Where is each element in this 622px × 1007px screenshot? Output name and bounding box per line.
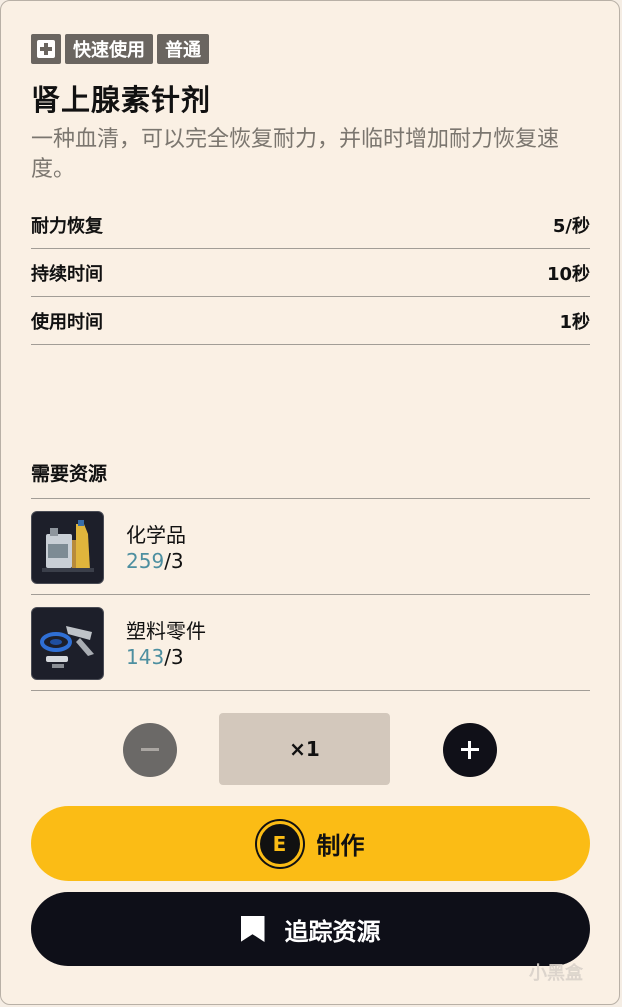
stats-list: 耐力恢复 5/秒 持续时间 10秒 使用时间 1秒 (31, 201, 590, 345)
resource-have: 143 (126, 645, 165, 669)
stat-label: 持续时间 (31, 263, 103, 285)
resource-have: 259 (126, 549, 165, 573)
plastic-parts-icon (31, 607, 104, 680)
bookmark-icon (240, 916, 265, 942)
resource-need: /3 (164, 645, 184, 669)
stat-value: 5/秒 (552, 215, 590, 237)
resource-item[interactable]: 化学品 259/3 (31, 499, 590, 595)
stat-row: 耐力恢复 5/秒 (31, 201, 590, 249)
stat-value: 1秒 (559, 311, 590, 333)
resources-list: 化学品 259/3 塑料零件 143/3 (31, 498, 590, 691)
resource-name: 化学品 (126, 523, 186, 547)
tag-row: 快速使用 普通 (31, 34, 209, 64)
category-tag: 快速使用 (65, 34, 153, 64)
quantity-display: ×1 (219, 713, 390, 785)
item-detail-panel: 快速使用 普通 肾上腺素针剂 一种血清，可以完全恢复耐力，并临时增加耐力恢复速度… (0, 0, 620, 1005)
resource-name: 塑料零件 (126, 619, 206, 643)
resource-count: 143/3 (126, 645, 184, 669)
chemicals-icon (31, 511, 104, 584)
watermark: 小黑盒 (529, 963, 583, 984)
stat-row: 持续时间 10秒 (31, 249, 590, 297)
item-title: 肾上腺素针剂 (31, 83, 212, 117)
decrease-quantity-button[interactable] (123, 723, 177, 777)
craft-label: 制作 (316, 832, 365, 860)
resource-count: 259/3 (126, 549, 184, 573)
stat-value: 10秒 (546, 263, 590, 285)
increase-quantity-button[interactable] (443, 723, 497, 777)
stat-label: 耐力恢复 (31, 215, 103, 237)
resources-header: 需要资源 (31, 463, 108, 485)
track-resources-label: 追踪资源 (284, 917, 381, 946)
item-description: 一种血清，可以完全恢复耐力，并临时增加耐力恢复速度。 (31, 127, 560, 182)
track-resources-button[interactable]: 追踪资源 (31, 892, 590, 966)
resource-item[interactable]: 塑料零件 143/3 (31, 595, 590, 691)
stat-row: 使用时间 1秒 (31, 297, 590, 345)
rarity-tag: 普通 (157, 34, 209, 64)
key-e-icon: E (256, 820, 303, 867)
stat-label: 使用时间 (31, 311, 103, 333)
resource-need: /3 (164, 549, 184, 573)
plus-square-icon (37, 40, 55, 58)
quick-use-tag-icon (31, 34, 61, 64)
craft-button[interactable]: E 制作 (31, 806, 590, 881)
